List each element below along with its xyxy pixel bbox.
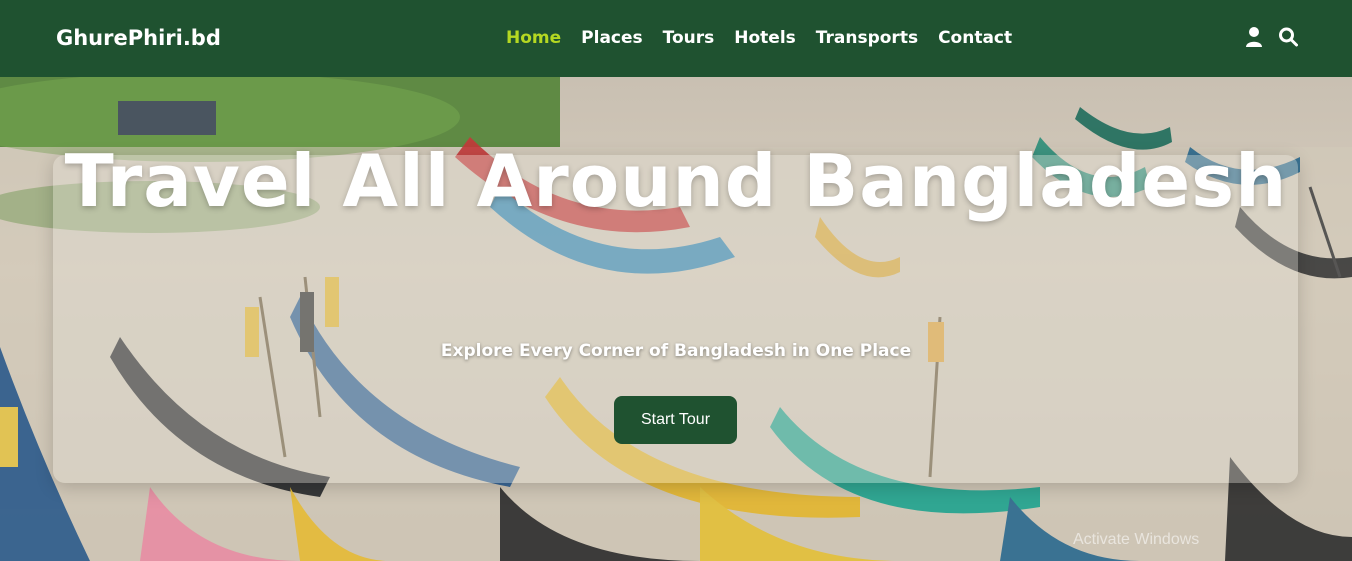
activate-windows-watermark: Activate Windows (1073, 531, 1200, 548)
hero-subtitle: Explore Every Corner of Bangladesh in On… (440, 341, 912, 361)
nav-link-contact[interactable]: Contact (938, 28, 1012, 48)
nav-icons (1244, 26, 1298, 48)
hero-section: Travel All Around Bangladesh Explore Eve… (0, 77, 1352, 561)
search-icon[interactable] (1278, 26, 1298, 48)
navbar: GhurePhiri.bd Home Places Tours Hotels T… (0, 0, 1352, 77)
nav-links: Home Places Tours Hotels Transports Cont… (506, 28, 1012, 48)
brand-logo-text[interactable]: GhurePhiri.bd (56, 26, 221, 50)
nav-link-transports[interactable]: Transports (816, 28, 918, 48)
hero-title: Travel All Around Bangladesh (64, 139, 1288, 223)
nav-link-tours[interactable]: Tours (663, 28, 715, 48)
nav-link-hotels[interactable]: Hotels (734, 28, 796, 48)
user-icon[interactable] (1244, 26, 1264, 48)
nav-link-home[interactable]: Home (506, 28, 561, 48)
nav-link-places[interactable]: Places (581, 28, 642, 48)
start-tour-button[interactable]: Start Tour (614, 396, 737, 444)
